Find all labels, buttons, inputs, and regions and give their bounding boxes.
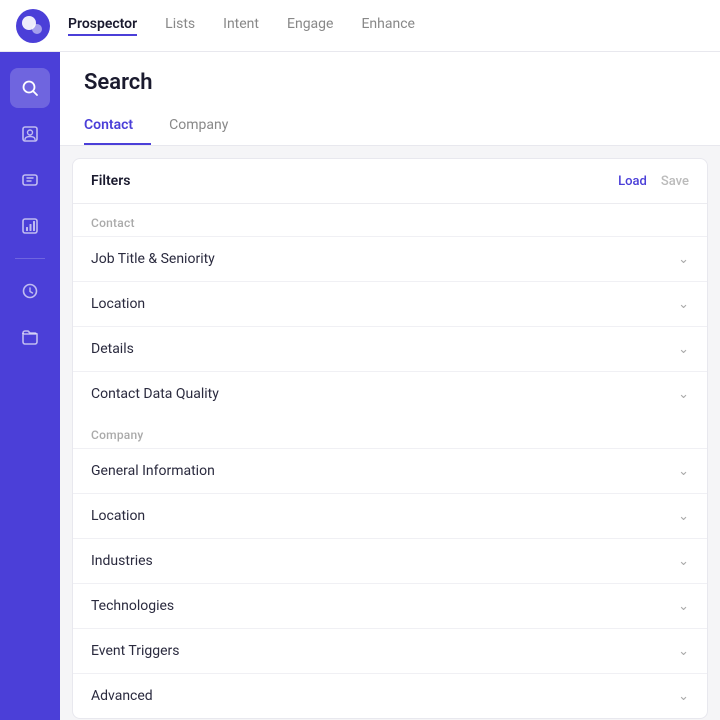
- filter-advanced[interactable]: Advanced ⌄: [73, 673, 707, 718]
- tab-contact[interactable]: Contact: [84, 109, 151, 145]
- sidebar-chart-icon[interactable]: [10, 206, 50, 246]
- filter-industries[interactable]: Industries ⌄: [73, 538, 707, 583]
- filter-location-contact[interactable]: Location ⌄: [73, 281, 707, 326]
- chevron-down-icon: ⌄: [678, 689, 689, 704]
- sidebar-contact-icon[interactable]: [10, 114, 50, 154]
- main-content: Search Contact Company Filters Load Save…: [60, 52, 720, 720]
- filter-technologies[interactable]: Technologies ⌄: [73, 583, 707, 628]
- chevron-down-icon: ⌄: [678, 252, 689, 267]
- nav-prospector[interactable]: Prospector: [68, 16, 137, 36]
- nav-lists[interactable]: Lists: [165, 16, 195, 36]
- tab-company[interactable]: Company: [169, 109, 246, 145]
- nav-engage[interactable]: Engage: [287, 16, 333, 36]
- nav-enhance[interactable]: Enhance: [361, 16, 415, 36]
- sidebar-history-icon[interactable]: [10, 271, 50, 311]
- page-header: Search Contact Company: [60, 52, 720, 146]
- sidebar-divider: [15, 258, 45, 259]
- chevron-down-icon: ⌄: [678, 509, 689, 524]
- filter-event-triggers[interactable]: Event Triggers ⌄: [73, 628, 707, 673]
- company-section-label: Company: [73, 416, 707, 448]
- chevron-down-icon: ⌄: [678, 599, 689, 614]
- filter-general-information[interactable]: General Information ⌄: [73, 448, 707, 493]
- filters-label: Filters: [91, 173, 130, 189]
- filter-contact-data-quality[interactable]: Contact Data Quality ⌄: [73, 371, 707, 416]
- top-nav-items: Prospector Lists Intent Engage Enhance: [68, 16, 415, 36]
- chevron-down-icon: ⌄: [678, 297, 689, 312]
- chevron-down-icon: ⌄: [678, 342, 689, 357]
- sidebar: [0, 52, 60, 720]
- contact-section-label: Contact: [73, 204, 707, 236]
- filters-actions: Load Save: [618, 174, 689, 189]
- sidebar-search-icon[interactable]: [10, 68, 50, 108]
- layout: Search Contact Company Filters Load Save…: [0, 52, 720, 720]
- filter-job-title[interactable]: Job Title & Seniority ⌄: [73, 236, 707, 281]
- chevron-down-icon: ⌄: [678, 464, 689, 479]
- chevron-down-icon: ⌄: [678, 387, 689, 402]
- save-button[interactable]: Save: [661, 174, 689, 189]
- top-nav: Prospector Lists Intent Engage Enhance: [0, 0, 720, 52]
- filters-header: Filters Load Save: [73, 159, 707, 204]
- nav-intent[interactable]: Intent: [223, 16, 259, 36]
- logo-icon: [16, 9, 50, 43]
- chevron-down-icon: ⌄: [678, 554, 689, 569]
- filter-location-company[interactable]: Location ⌄: [73, 493, 707, 538]
- load-button[interactable]: Load: [618, 174, 647, 189]
- filter-details[interactable]: Details ⌄: [73, 326, 707, 371]
- sidebar-list-icon[interactable]: [10, 160, 50, 200]
- sidebar-folder-icon[interactable]: [10, 317, 50, 357]
- chevron-down-icon: ⌄: [678, 644, 689, 659]
- tab-bar: Contact Company: [84, 109, 696, 145]
- page-title: Search: [84, 70, 696, 95]
- filters-panel: Filters Load Save Contact Job Title & Se…: [72, 158, 708, 719]
